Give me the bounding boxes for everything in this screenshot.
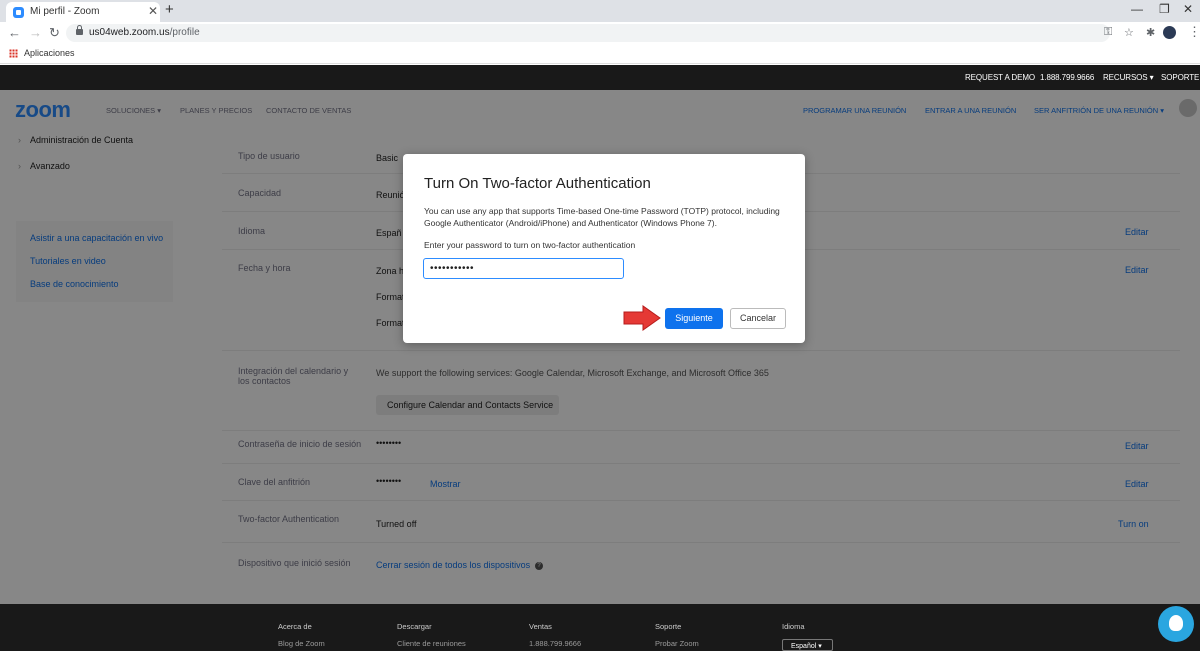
watermark-logo-icon <box>1158 606 1194 642</box>
language-select[interactable]: Español ▾ <box>782 639 833 651</box>
footer-title-acerca: Acerca de <box>278 622 312 631</box>
footer-link-blog[interactable]: Blog de Zoom <box>278 639 325 648</box>
dialog-title: Turn On Two-factor Authentication <box>424 175 651 192</box>
close-tab-icon[interactable]: ✕ <box>148 4 158 18</box>
bookmark-apps[interactable]: Aplicaciones <box>24 48 75 58</box>
footer-link-cliente[interactable]: Cliente de reuniones <box>397 639 466 648</box>
reload-icon[interactable]: ↻ <box>49 25 60 41</box>
phone-link[interactable]: 1.888.799.9666 <box>1040 73 1094 82</box>
extensions-icon[interactable]: ✱ <box>1146 26 1155 39</box>
cancelar-button[interactable]: Cancelar <box>730 308 786 329</box>
soporte-link[interactable]: SOPORTE <box>1161 73 1199 82</box>
restore-icon[interactable]: ❐ <box>1159 2 1170 16</box>
dialog-description: You can use any app that supports Time-b… <box>424 206 780 228</box>
site-footer: Acerca de Blog de Zoom Descargar Cliente… <box>0 604 1200 651</box>
back-icon[interactable]: ← <box>8 25 21 40</box>
browser-tab[interactable]: Mi perfil - Zoom ✕ <box>6 2 160 22</box>
new-tab-icon[interactable]: + <box>165 1 174 18</box>
apps-grid-icon[interactable] <box>9 49 18 58</box>
lock-icon <box>76 25 83 35</box>
zoom-favicon-icon <box>13 7 24 18</box>
two-factor-dialog: Turn On Two-factor Authentication You ca… <box>403 154 805 343</box>
url-text: us04web.zoom.us/profile <box>89 27 200 38</box>
dialog-prompt: Enter your password to turn on two-facto… <box>424 240 636 250</box>
bookmark-star-icon[interactable]: ☆ <box>1124 26 1134 39</box>
recursos-menu[interactable]: RECURSOS ▾ <box>1103 73 1154 82</box>
siguiente-button[interactable]: Siguiente <box>665 308 723 329</box>
browser-toolbar: ← → ↻ us04web.zoom.us/profile ⚿ ☆ ✱ ⋮ <box>0 22 1200 44</box>
zoom-topbar: REQUEST A DEMO 1.888.799.9666 RECURSOS ▾… <box>0 65 1200 90</box>
address-bar[interactable]: us04web.zoom.us/profile <box>66 24 1110 42</box>
bookmarks-bar: Aplicaciones <box>0 44 1200 64</box>
key-icon[interactable]: ⚿ <box>1104 26 1112 39</box>
browser-profile-avatar[interactable] <box>1163 26 1176 39</box>
footer-title-descargar: Descargar <box>397 622 432 631</box>
footer-title-ventas: Ventas <box>529 622 552 631</box>
footer-title-idioma: Idioma <box>782 622 805 631</box>
footer-title-soporte: Soporte <box>655 622 682 631</box>
minimize-icon[interactable]: — <box>1131 2 1143 16</box>
request-demo-link[interactable]: REQUEST A DEMO <box>965 73 1035 82</box>
browser-menu-icon[interactable]: ⋮ <box>1188 24 1200 40</box>
close-window-icon[interactable]: ✕ <box>1183 2 1193 16</box>
browser-tabstrip: Mi perfil - Zoom ✕ + — ❐ ✕ <box>0 0 1200 22</box>
footer-link-probar[interactable]: Probar Zoom <box>655 639 699 648</box>
footer-link-phone[interactable]: 1.888.799.9666 <box>529 639 581 648</box>
tab-title: Mi perfil - Zoom <box>30 6 100 17</box>
password-field[interactable] <box>423 258 624 279</box>
forward-icon[interactable]: → <box>29 25 42 40</box>
red-arrow-icon <box>623 305 661 331</box>
